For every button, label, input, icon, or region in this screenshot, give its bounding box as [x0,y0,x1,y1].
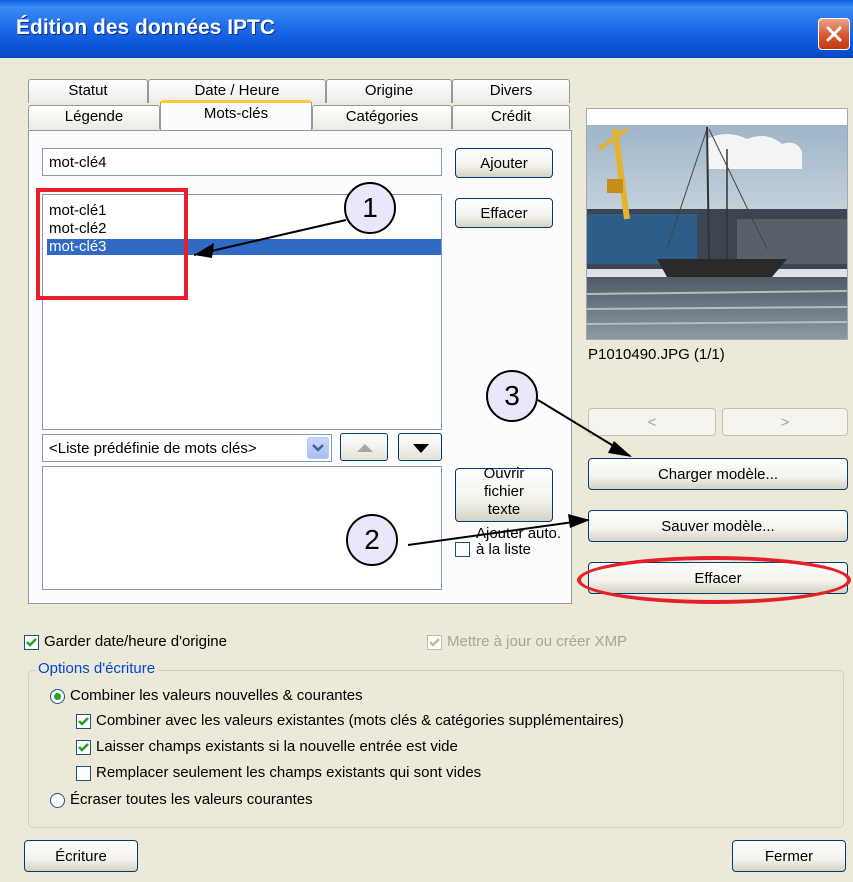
iptc-dialog: Édition des données IPTC Statut Date / H… [0,0,853,882]
annotation-arrows [193,219,632,546]
arrow-line-1 [193,219,347,256]
arrow-line-2 [407,519,589,546]
arrowhead-3 [608,441,632,457]
arrowhead-1 [194,243,214,258]
arrowhead-2 [568,514,590,528]
